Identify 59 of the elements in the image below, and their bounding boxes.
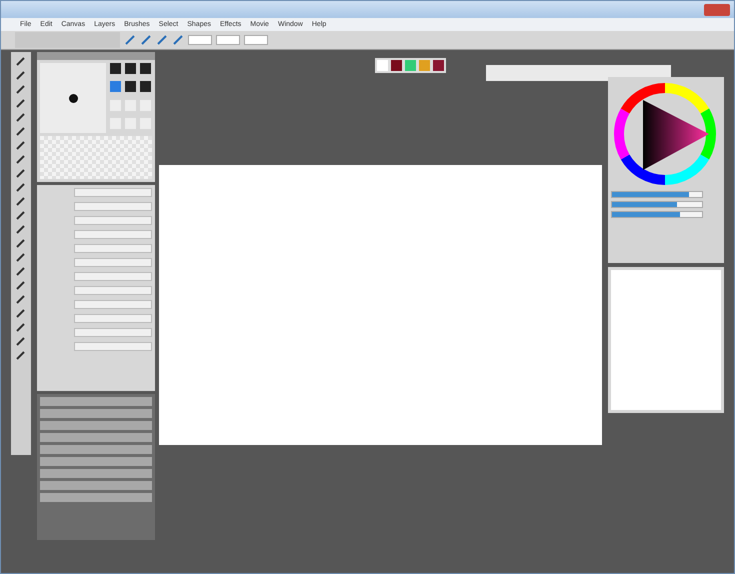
media-icon[interactable]	[405, 60, 416, 71]
brush-icon[interactable]	[172, 34, 184, 46]
tool-icon[interactable]	[15, 251, 27, 263]
tool-icon[interactable]	[15, 153, 27, 165]
property-control[interactable]	[74, 230, 152, 239]
tool-icon[interactable]	[15, 223, 27, 235]
dab-swatch[interactable]	[140, 81, 151, 92]
media-icon[interactable]	[419, 60, 430, 71]
close-button[interactable]	[704, 4, 730, 16]
dab-dot	[68, 94, 78, 102]
tool-icon[interactable]	[15, 237, 27, 249]
tool-icon[interactable]	[15, 307, 27, 319]
color-slider[interactable]	[611, 191, 703, 198]
tool-icon[interactable]	[15, 293, 27, 305]
tool-icon[interactable]	[15, 139, 27, 151]
property-control[interactable]	[74, 188, 152, 197]
tool-icon[interactable]	[15, 321, 27, 333]
property-control[interactable]	[74, 300, 152, 309]
property-control[interactable]	[74, 272, 152, 281]
dab-swatch[interactable]	[125, 63, 136, 74]
tool-icon[interactable]	[15, 195, 27, 207]
drawing-canvas[interactable]	[159, 165, 602, 445]
size-field[interactable]	[188, 35, 212, 45]
media-icon[interactable]	[433, 60, 444, 71]
property-control[interactable]	[74, 258, 152, 267]
brush-icon[interactable]	[124, 34, 136, 46]
tool-icon[interactable]	[15, 265, 27, 277]
tool-icon[interactable]	[15, 181, 27, 193]
property-control[interactable]	[74, 244, 152, 253]
tool-icon[interactable]	[15, 83, 27, 95]
property-control[interactable]	[74, 286, 152, 295]
tool-icon[interactable]	[15, 335, 27, 347]
color-slider[interactable]	[611, 201, 703, 208]
tool-icon[interactable]	[15, 125, 27, 137]
tool-icon[interactable]	[15, 279, 27, 291]
media-icon[interactable]	[391, 60, 402, 71]
opacity-field[interactable]	[216, 35, 240, 45]
property-control[interactable]	[74, 342, 152, 351]
property-control[interactable]	[74, 328, 152, 337]
tool-icon[interactable]	[15, 349, 27, 361]
tool-icon[interactable]	[15, 209, 27, 221]
brush-icon[interactable]	[140, 34, 152, 46]
tool-icon[interactable]	[15, 55, 27, 67]
brush-icon[interactable]	[156, 34, 168, 46]
dab-swatch[interactable]	[125, 81, 136, 92]
media-icon[interactable]	[377, 60, 388, 71]
property-control[interactable]	[74, 202, 152, 211]
color-wheel[interactable]	[611, 80, 719, 188]
dab-swatch[interactable]	[140, 63, 151, 74]
tool-icon[interactable]	[15, 69, 27, 81]
grain-field[interactable]	[244, 35, 268, 45]
tool-icon[interactable]	[15, 97, 27, 109]
property-control[interactable]	[74, 314, 152, 323]
property-control[interactable]	[74, 216, 152, 225]
tool-icon[interactable]	[15, 167, 27, 179]
color-slider[interactable]	[611, 211, 703, 218]
dab-swatch[interactable]	[110, 81, 121, 92]
dab-swatch[interactable]	[110, 63, 121, 74]
tool-icon[interactable]	[15, 111, 27, 123]
